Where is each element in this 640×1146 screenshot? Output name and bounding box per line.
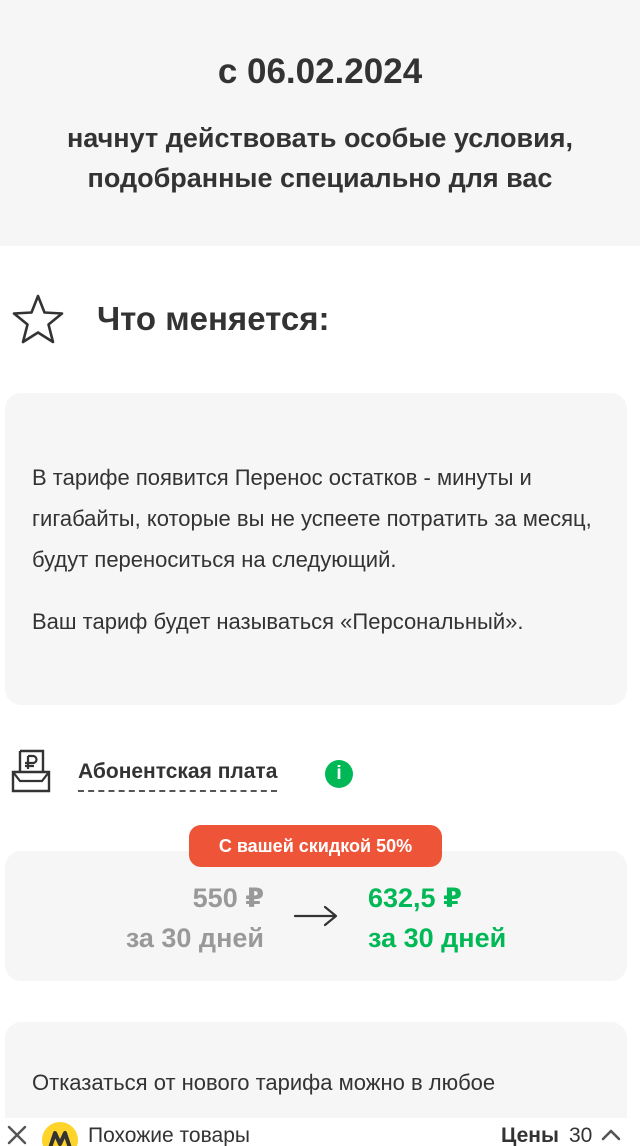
yandex-market-logo: [42, 1122, 78, 1146]
prices-count: 30: [569, 1124, 593, 1146]
old-price: 550 ₽: [192, 883, 264, 913]
hero-subtitle-line2: подобранные специально для вас: [87, 163, 553, 193]
star-icon: [12, 294, 64, 344]
changes-paragraph-tariff-name: Ваш тариф будет называться «Персональный…: [32, 609, 524, 634]
arrow-right-icon: [293, 905, 338, 927]
chevron-up-icon[interactable]: [600, 1126, 622, 1142]
changes-info-card: В тарифе появится Перенос остатков - мин…: [5, 393, 627, 705]
changes-paragraph-carryover: В тарифе появится Перенос остатков - мин…: [32, 465, 592, 572]
subscription-fee-row: Абонентская плата i: [0, 748, 640, 800]
info-icon[interactable]: i: [325, 760, 353, 788]
subscription-fee-link[interactable]: Абонентская плата: [78, 760, 278, 792]
changes-title: Что меняется:: [97, 300, 330, 337]
yandex-market-icon: [48, 1131, 72, 1146]
similar-products-label[interactable]: Похожие товары: [88, 1124, 250, 1146]
hero-subtitle: начнут действовать особые условия, подоб…: [0, 118, 640, 198]
new-price-period: за 30 дней: [368, 923, 507, 953]
close-icon[interactable]: [6, 1124, 28, 1146]
old-price-period: за 30 дней: [125, 923, 264, 953]
hero-banner: с 06.02.2024 начнут действовать особые у…: [0, 0, 640, 246]
similar-products-bar[interactable]: Похожие товары Цены 30: [0, 1118, 640, 1146]
hero-subtitle-line1: начнут действовать особые условия,: [66, 123, 573, 153]
new-price: 632,5 ₽: [368, 883, 462, 913]
prices-label[interactable]: Цены: [501, 1124, 559, 1146]
refuse-text: Отказаться от нового тарифа можно в любо…: [32, 1070, 496, 1095]
receipt-ruble-icon: [11, 749, 51, 793]
discount-badge: С вашей скидкой 50%: [189, 825, 442, 867]
hero-date: с 06.02.2024: [217, 52, 423, 91]
changes-header: Что меняется:: [0, 290, 640, 354]
